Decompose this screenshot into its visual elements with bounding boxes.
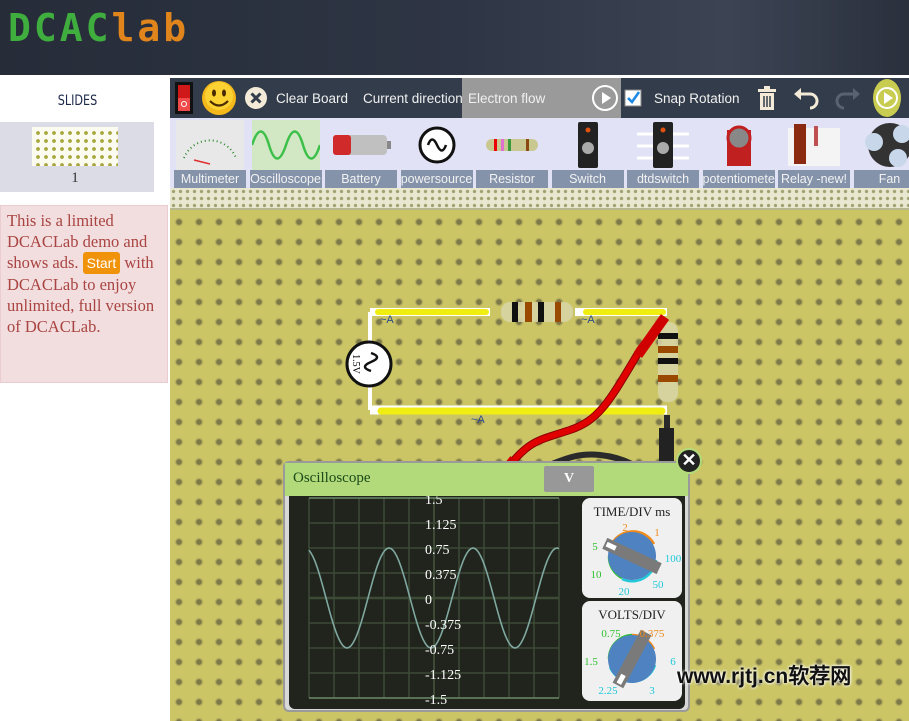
y-tick-label: -0.75 xyxy=(425,643,454,658)
volts-div-panel: VOLTS/DIV 0.75 0.375 1.5 6 2.25 3 xyxy=(582,601,682,701)
potentiometer-icon xyxy=(705,119,773,170)
component-powersource[interactable]: powersource xyxy=(400,118,473,188)
component-potentiometer[interactable]: potentiometer xyxy=(702,118,775,188)
y-tick-label: -1.125 xyxy=(425,668,461,683)
knob-option-label[interactable]: 0.375 xyxy=(640,628,665,640)
trash-icon[interactable] xyxy=(757,78,777,118)
knob-option-label[interactable]: 6 xyxy=(670,656,676,668)
multimeter-icon xyxy=(176,119,244,170)
current-direction-label: Current direction: xyxy=(363,90,467,106)
oscilloscope-title-bar[interactable]: Oscilloscope V xyxy=(285,463,688,496)
play-icon[interactable] xyxy=(591,84,619,112)
time-div-panel: TIME/DIV ms 2 1 5 100 10 50 20 xyxy=(582,498,682,598)
component-fan[interactable]: Fan xyxy=(853,118,909,188)
undo-icon[interactable] xyxy=(792,78,820,118)
component-relay-new[interactable]: Relay -new! xyxy=(778,118,850,188)
y-tick-label: 1.5 xyxy=(425,496,443,508)
component-battery[interactable]: Battery xyxy=(325,118,397,188)
breadboard-power-rail xyxy=(170,188,909,210)
component-resistor[interactable]: Resistor xyxy=(476,118,548,188)
y-tick-label: -1.5 xyxy=(425,693,447,708)
component-label: Battery xyxy=(325,170,397,188)
power-switch-icon[interactable] xyxy=(174,78,194,118)
component-label: Multimeter xyxy=(174,170,246,188)
component-label: Oscilloscope xyxy=(249,170,322,188)
battery-icon xyxy=(327,119,395,170)
component-label: Switch xyxy=(551,170,624,188)
y-tick-label: 0 xyxy=(425,593,432,608)
close-circle-icon xyxy=(245,87,267,109)
knob-option-label[interactable]: 20 xyxy=(619,586,631,598)
switch-icon xyxy=(554,119,622,170)
run-simulation-button[interactable] xyxy=(872,78,902,118)
relay-icon xyxy=(780,119,848,170)
toolbar: Clear Board Current direction: Electron … xyxy=(170,78,909,118)
checkbox-checked-icon[interactable] xyxy=(624,89,642,107)
knob-option-label[interactable]: 2.25 xyxy=(598,685,618,697)
current-direction-select[interactable]: Electron flow xyxy=(462,78,621,118)
oscilloscope-screen: 1.5 1.125 0.75 0.375 0 -0.375 -0.75 -1.125 -1.5 … xyxy=(289,496,685,709)
volts-div-knob[interactable]: 0.75 0.375 1.5 6 2.25 3 xyxy=(582,601,682,701)
component-dtdswitch[interactable]: dtdswitch xyxy=(627,118,699,188)
component-label: Relay -new! xyxy=(778,170,850,188)
redo-icon[interactable] xyxy=(834,78,862,118)
close-oscilloscope-button[interactable]: ✕ xyxy=(676,448,702,474)
component-label: powersource xyxy=(400,170,473,188)
oscilloscope-icon xyxy=(251,119,320,170)
fan-icon xyxy=(856,119,909,170)
ac-source[interactable]: 1.5V xyxy=(345,340,393,388)
knob-option-label[interactable]: 50 xyxy=(653,579,665,591)
knob-option-label[interactable]: 10 xyxy=(591,569,603,581)
app-header: DCAClab xyxy=(0,0,909,75)
component-label: dtdswitch xyxy=(627,170,699,188)
slide-thumbnail[interactable] xyxy=(32,127,118,166)
y-tick-label: -0.375 xyxy=(425,618,461,633)
channel-button[interactable]: V xyxy=(544,466,594,492)
slide-number: 1 xyxy=(71,170,79,186)
component-switch[interactable]: Switch xyxy=(551,118,624,188)
knob-option-label[interactable]: 5 xyxy=(592,541,598,553)
knob-option-label[interactable]: 2 xyxy=(622,522,628,534)
smiley-icon[interactable] xyxy=(200,78,238,118)
component-label: Fan xyxy=(853,170,909,188)
ammeter-label: ~A xyxy=(471,414,485,426)
component-label: Resistor xyxy=(476,170,548,188)
knob-option-label[interactable]: 3 xyxy=(649,685,655,697)
component-oscilloscope[interactable]: Oscilloscope xyxy=(249,118,322,188)
start-button[interactable]: Start xyxy=(82,252,121,274)
knob-option-label[interactable]: 1 xyxy=(654,527,660,539)
knob-option-label[interactable]: 100 xyxy=(665,553,682,565)
oscilloscope-window[interactable]: Oscilloscope V 1.5 1.125 0.75 0.375 0 -0.375 -… xyxy=(283,461,690,712)
source-voltage-label: 1.5V xyxy=(350,354,361,375)
time-div-knob[interactable]: 2 1 5 100 10 50 20 xyxy=(582,498,682,598)
component-palette: Multimeter Oscilloscope Battery powersource… xyxy=(170,118,909,188)
wire-bottom[interactable] xyxy=(370,405,667,415)
dcaclab-logo[interactable]: DCAClab xyxy=(8,6,189,50)
y-tick-label: 1.125 xyxy=(425,518,457,533)
knob-option-label[interactable]: 0.75 xyxy=(601,628,621,640)
y-tick-label: 0.75 xyxy=(425,543,450,558)
ammeter-label: ~A xyxy=(581,314,595,326)
resistor-horizontal[interactable] xyxy=(501,302,573,322)
resistor-vertical[interactable] xyxy=(658,322,678,402)
slides-sidebar: SLIDES 1 This is a limited DCACLab demo … xyxy=(0,75,168,721)
watermark: www.rjtj.cn软荐网 xyxy=(677,665,852,688)
component-label: potentiometer xyxy=(702,170,775,188)
knob-option-label[interactable]: 1.5 xyxy=(584,656,598,668)
slides-title: SLIDES xyxy=(57,93,98,109)
clear-board-button[interactable]: Clear Board xyxy=(244,78,348,118)
oscilloscope-plot: 1.5 1.125 0.75 0.375 0 -0.375 -0.75 -1.125 -1.5 xyxy=(308,496,560,708)
slide-item[interactable]: 1 xyxy=(0,122,154,192)
ammeter-label: ~A xyxy=(380,314,394,326)
dtd-switch-icon xyxy=(629,119,697,170)
oscilloscope-title: Oscilloscope xyxy=(293,470,371,486)
resistor-icon xyxy=(478,119,546,170)
component-multimeter[interactable]: Multimeter xyxy=(174,118,246,188)
y-tick-label: 0.375 xyxy=(425,568,457,583)
snap-rotation-toggle[interactable]: Snap Rotation xyxy=(624,78,740,118)
ac-source-icon xyxy=(403,119,471,170)
demo-notice: This is a limited DCACLab demo and shows… xyxy=(0,205,168,383)
